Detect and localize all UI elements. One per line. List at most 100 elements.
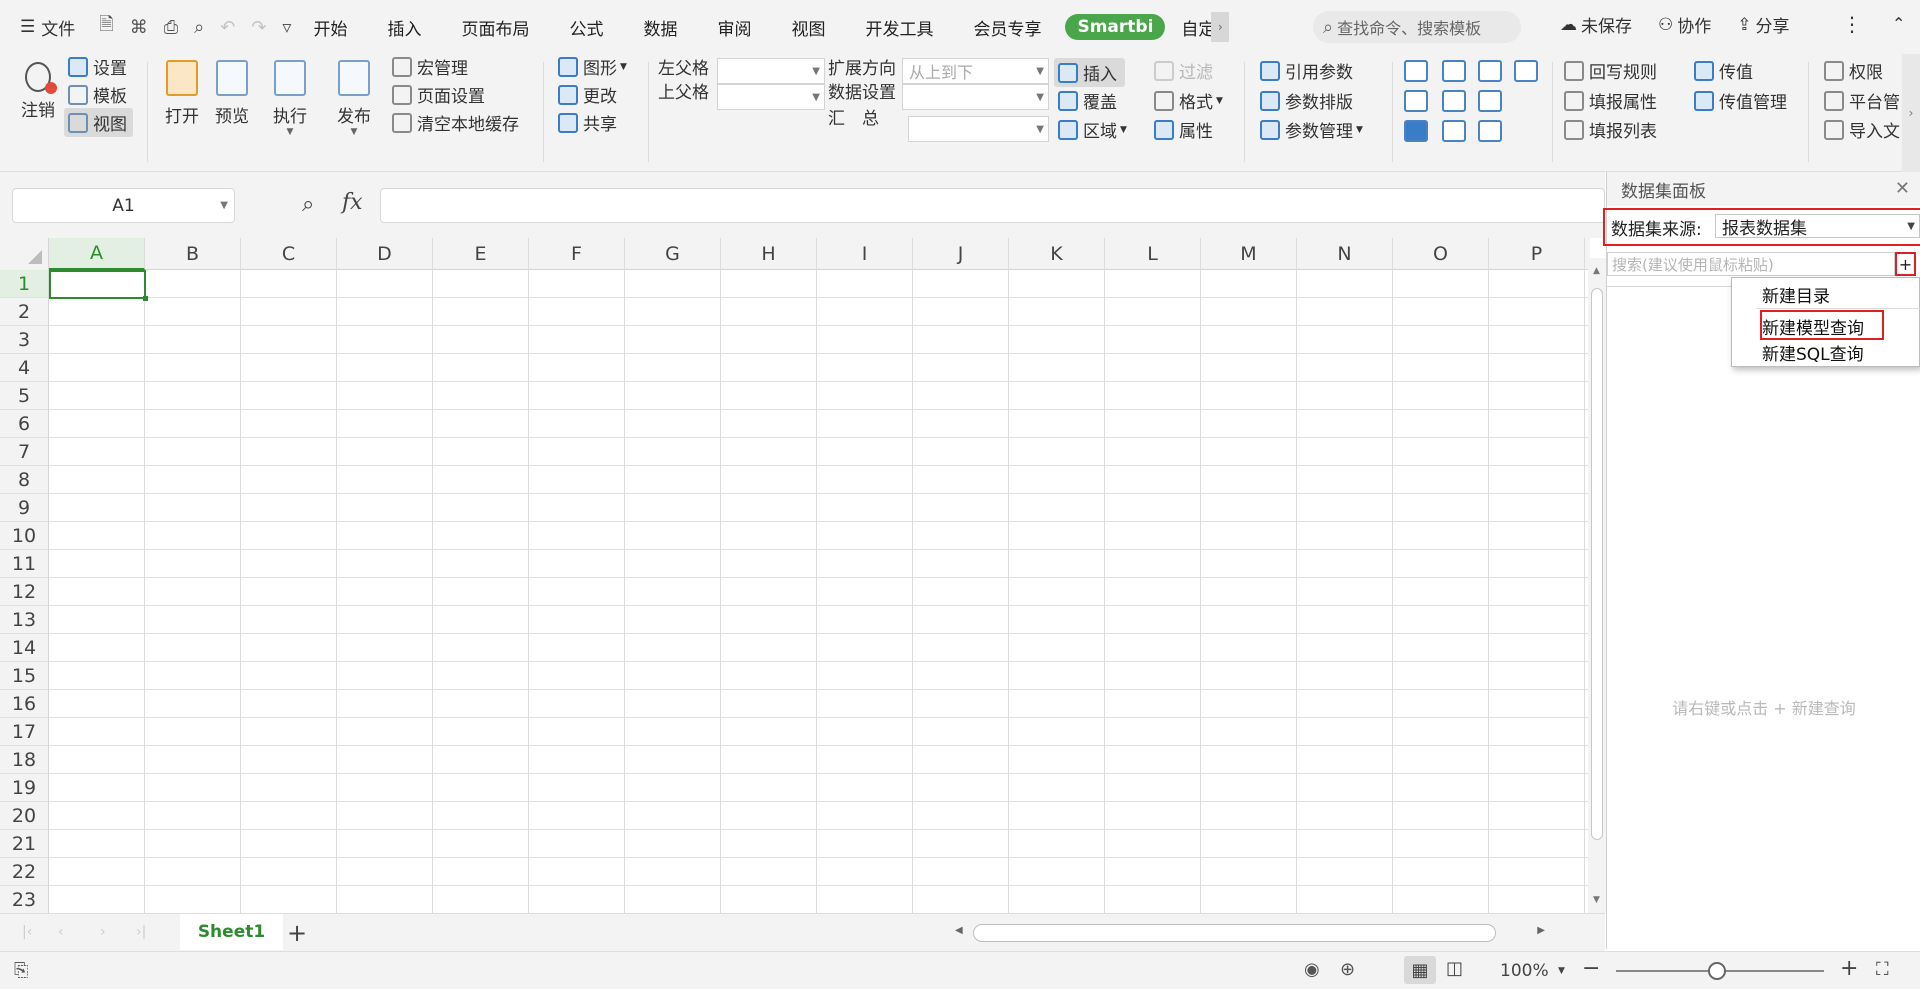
data-setting-select[interactable]: ▼	[902, 84, 1049, 110]
row-header-cell[interactable]: 11	[0, 550, 48, 578]
filter-button[interactable]: 过滤	[1154, 58, 1213, 83]
row-header-cell[interactable]: 20	[0, 802, 48, 830]
param-manage-button[interactable]: 参数管理 ▼	[1260, 117, 1363, 142]
zoom-in-icon[interactable]: +	[1840, 956, 1858, 981]
row-header-cell[interactable]: 12	[0, 578, 48, 606]
first-sheet-icon[interactable]: |‹	[22, 924, 32, 940]
file-menu[interactable]: 文件	[41, 15, 75, 40]
column-header-cell[interactable]: A	[49, 238, 145, 270]
macro-record-icon[interactable]: ⎘	[14, 960, 28, 981]
hamburger-icon[interactable]: ☰	[20, 17, 35, 37]
row-header-cell[interactable]: 10	[0, 522, 48, 550]
row-header-cell[interactable]: 13	[0, 606, 48, 634]
tab-review[interactable]: 审阅	[717, 15, 751, 40]
redo-icon[interactable]: ↷	[251, 17, 266, 38]
tab-scroll-right-icon[interactable]: ›	[1211, 12, 1230, 42]
print-preview-icon[interactable]: ⌕	[194, 17, 204, 38]
normal-view-icon[interactable]: ▦	[1404, 956, 1436, 984]
property-button[interactable]: 属性	[1154, 117, 1213, 142]
row-header-cell[interactable]: 6	[0, 410, 48, 438]
row-header-cell[interactable]: 22	[0, 858, 48, 886]
column-header-cell[interactable]: M	[1201, 238, 1297, 270]
widget-dropdown-icon[interactable]	[1442, 60, 1466, 82]
vertical-scroll-thumb[interactable]	[1591, 288, 1603, 840]
row-header-cell[interactable]: 7	[0, 438, 48, 466]
left-parent-select[interactable]: ▼	[717, 58, 825, 84]
zoom-slider-knob[interactable]	[1708, 962, 1726, 980]
last-sheet-icon[interactable]: ›|	[136, 924, 146, 940]
row-header-cell[interactable]: 2	[0, 298, 48, 326]
row-header-cell[interactable]: 14	[0, 634, 48, 662]
column-header-cell[interactable]: G	[625, 238, 721, 270]
dataset-tree[interactable]: 请右键或点击 + 新建查询	[1607, 286, 1920, 949]
tab-developer[interactable]: 开发工具	[865, 15, 933, 40]
row-header-cell[interactable]: 8	[0, 466, 48, 494]
tab-formula[interactable]: 公式	[569, 15, 603, 40]
platform-button[interactable]: 平台管	[1824, 88, 1900, 113]
widget-list-icon[interactable]	[1514, 60, 1538, 82]
tab-smartbi[interactable]: Smartbi	[1065, 14, 1166, 40]
dataset-source-select[interactable]: 报表数据集 ▼	[1715, 214, 1920, 239]
column-header-cell[interactable]: B	[145, 238, 241, 270]
next-sheet-icon[interactable]: ›	[100, 924, 106, 940]
cell-focus-icon[interactable]: ⊕	[1340, 959, 1355, 980]
column-header-cell[interactable]: I	[817, 238, 913, 270]
scroll-left-icon[interactable]: ◀	[955, 925, 963, 936]
dataset-search-input[interactable]: 搜索(建议使用鼠标粘贴)	[1607, 252, 1895, 276]
menu-new-model-query[interactable]: 新建模型查询	[1762, 314, 1864, 339]
scroll-right-icon[interactable]: ▶	[1537, 925, 1545, 936]
zoom-out-icon[interactable]: −	[1582, 956, 1600, 981]
fx-icon[interactable]: fx	[342, 190, 363, 215]
row-header-cell[interactable]: 15	[0, 662, 48, 690]
chart-button[interactable]: 图形 ▼	[558, 54, 627, 79]
open-button[interactable]: 打开	[160, 60, 204, 127]
logout-button[interactable]: 注销	[18, 62, 58, 121]
eye-protect-icon[interactable]: ◉	[1304, 959, 1320, 980]
widget-resize-icon[interactable]	[1478, 90, 1502, 112]
share-chart-button[interactable]: 共享	[558, 110, 617, 135]
unsaved-button[interactable]: ☁ 未保存	[1560, 12, 1636, 38]
column-header-cell[interactable]: P	[1489, 238, 1585, 270]
column-header-cell[interactable]: K	[1009, 238, 1105, 270]
preview-button[interactable]: 预览	[210, 60, 254, 127]
row-header-cell[interactable]: 4	[0, 354, 48, 382]
fill-list-button[interactable]: 填报列表	[1564, 117, 1657, 142]
ribbon-scroll-right-icon[interactable]: ›	[1902, 54, 1920, 172]
formula-input[interactable]	[380, 188, 1605, 223]
widget-label-icon[interactable]	[1478, 120, 1502, 142]
tab-home[interactable]: 开始	[313, 15, 347, 40]
row-header-cell[interactable]: 18	[0, 746, 48, 774]
view-button[interactable]: 视图	[64, 108, 133, 137]
tab-data[interactable]: 数据	[643, 15, 677, 40]
execute-button[interactable]: 执行 ▼	[268, 60, 312, 137]
horizontal-scrollbar[interactable]: ◀ ▶	[955, 922, 1555, 944]
undo-icon[interactable]: ↶	[220, 17, 235, 38]
column-header-cell[interactable]: D	[337, 238, 433, 270]
zoom-formula-icon[interactable]: ⌕	[302, 192, 314, 217]
prev-sheet-icon[interactable]: ‹	[58, 924, 64, 940]
row-header-cell[interactable]: 17	[0, 718, 48, 746]
row-header-cell[interactable]: 16	[0, 690, 48, 718]
column-header-cell[interactable]: E	[433, 238, 529, 270]
top-parent-select[interactable]: ▼	[717, 84, 825, 110]
macro-button[interactable]: 宏管理	[392, 54, 468, 79]
row-header-cell[interactable]: 1	[0, 270, 48, 298]
widget-checkbox-icon[interactable]	[1404, 120, 1428, 142]
pass-value-button[interactable]: 传值	[1694, 58, 1753, 83]
column-header-cell[interactable]: J	[913, 238, 1009, 270]
page-view-icon[interactable]: ◫	[1446, 958, 1463, 979]
param-layout-button[interactable]: 参数排版	[1260, 88, 1353, 113]
tab-custom[interactable]: 自定	[1181, 15, 1215, 40]
format-button[interactable]: 格式 ▼	[1154, 88, 1223, 113]
summary-select[interactable]: ▼	[908, 116, 1049, 142]
vertical-scrollbar[interactable]: ▲ ▼	[1588, 258, 1606, 913]
widget-link-icon[interactable]	[1442, 120, 1466, 142]
cell-area[interactable]	[49, 270, 1590, 913]
page-setup-button[interactable]: 页面设置	[392, 82, 485, 107]
publish-button[interactable]: 发布 ▼	[332, 60, 376, 137]
collab-button[interactable]: ⚇ 协作	[1658, 12, 1715, 38]
column-header-cell[interactable]: L	[1105, 238, 1201, 270]
column-header-cell[interactable]: N	[1297, 238, 1393, 270]
area-button[interactable]: 区域 ▼	[1058, 117, 1127, 142]
customize-dropdown-icon[interactable]: ▿	[282, 17, 291, 38]
